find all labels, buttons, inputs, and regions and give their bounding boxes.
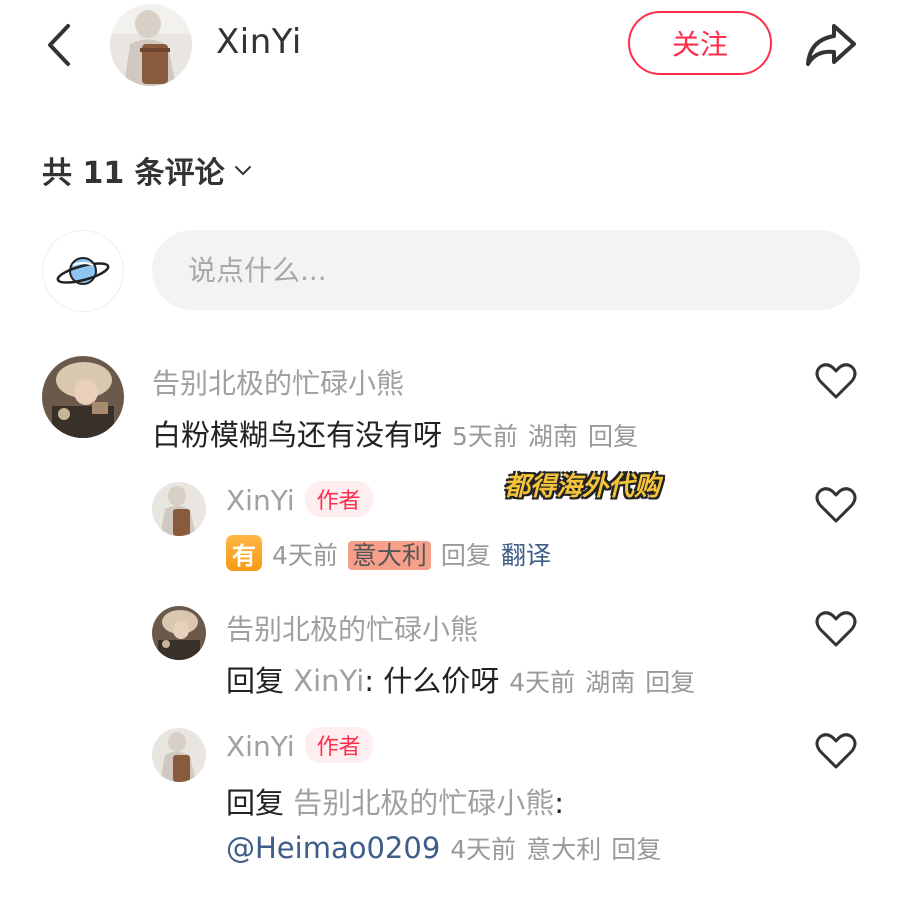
comment-body: 回复 XinYi: 什么价呀 4天前 湖南 回复 bbox=[226, 658, 695, 700]
overlay-caption: 都得海外代购 bbox=[504, 472, 661, 502]
like-heart-icon[interactable] bbox=[815, 610, 857, 648]
comment-location: 意大利 bbox=[347, 541, 431, 570]
reply-button[interactable]: 回复 bbox=[441, 541, 491, 570]
reply-to-name[interactable]: 告别北极的忙碌小熊 bbox=[293, 786, 554, 820]
comment-body-continued: @Heimao0209 4天前 意大利 回复 bbox=[226, 830, 661, 866]
comment-time: 5天前 bbox=[452, 422, 518, 451]
reply-button[interactable]: 回复 bbox=[645, 668, 695, 697]
reply-prefix: 回复 bbox=[226, 664, 285, 698]
reply-button[interactable]: 回复 bbox=[611, 835, 661, 864]
like-heart-icon[interactable] bbox=[815, 362, 857, 400]
reply-suffix: : bbox=[554, 786, 565, 820]
chevron-down-icon bbox=[234, 166, 251, 176]
comment-count-sort[interactable]: 共 11 条评论 bbox=[42, 148, 253, 192]
author-tag: 作者 bbox=[304, 727, 373, 763]
comment-body: 有 4天前 意大利 回复 翻译 bbox=[226, 535, 551, 574]
comment-location: 湖南 bbox=[585, 668, 636, 697]
comment-author-name[interactable]: 告别北极的忙碌小熊 bbox=[152, 362, 404, 402]
back-icon[interactable] bbox=[40, 20, 80, 70]
like-heart-icon[interactable] bbox=[815, 486, 857, 524]
translate-button[interactable]: 翻译 bbox=[501, 541, 551, 570]
commenter-avatar[interactable] bbox=[152, 606, 206, 660]
mention-link[interactable]: @Heimao0209 bbox=[226, 831, 440, 865]
follow-button[interactable]: 关注 bbox=[628, 11, 772, 75]
comment-author-name[interactable]: XinYi bbox=[226, 484, 295, 517]
emoji-badge: 有 bbox=[226, 535, 262, 571]
comment-location: 意大利 bbox=[526, 835, 602, 864]
commenter-avatar[interactable] bbox=[152, 482, 206, 536]
author-tag: 作者 bbox=[304, 481, 373, 517]
comment-author-name[interactable]: XinYi bbox=[226, 730, 295, 763]
like-heart-icon[interactable] bbox=[815, 732, 857, 770]
comment-author-row: XinYi 作者 bbox=[226, 481, 373, 520]
comment-input[interactable] bbox=[152, 230, 860, 310]
comment-text: : 什么价呀 bbox=[364, 664, 500, 698]
reply-prefix: 回复 bbox=[226, 786, 285, 820]
comment-author-row: XinYi 作者 bbox=[226, 727, 373, 766]
comment-count-label: 共 11 条评论 bbox=[42, 156, 225, 191]
reply-button[interactable]: 回复 bbox=[588, 422, 638, 451]
planet-icon bbox=[56, 257, 110, 285]
comment-author-name[interactable]: 告别北极的忙碌小熊 bbox=[226, 608, 478, 648]
commenter-avatar[interactable] bbox=[42, 356, 124, 438]
comment-body: 白粉模糊鸟还有没有呀 5天前 湖南 回复 bbox=[152, 412, 638, 454]
comment-time: 4天前 bbox=[450, 835, 517, 864]
comment-text: 白粉模糊鸟还有没有呀 bbox=[152, 418, 443, 452]
comment-location: 湖南 bbox=[527, 422, 578, 451]
comment-time: 4天前 bbox=[272, 541, 338, 570]
comment-body: 回复 告别北极的忙碌小熊: bbox=[226, 780, 564, 822]
top-bar: XinYi 关注 bbox=[0, 0, 900, 90]
my-avatar bbox=[42, 230, 124, 312]
author-username[interactable]: XinYi bbox=[216, 22, 302, 62]
share-icon[interactable] bbox=[800, 18, 860, 72]
author-avatar[interactable] bbox=[110, 4, 192, 86]
commenter-avatar[interactable] bbox=[152, 728, 206, 782]
comment-time: 4天前 bbox=[509, 668, 576, 697]
reply-to-name[interactable]: XinYi bbox=[293, 664, 364, 698]
